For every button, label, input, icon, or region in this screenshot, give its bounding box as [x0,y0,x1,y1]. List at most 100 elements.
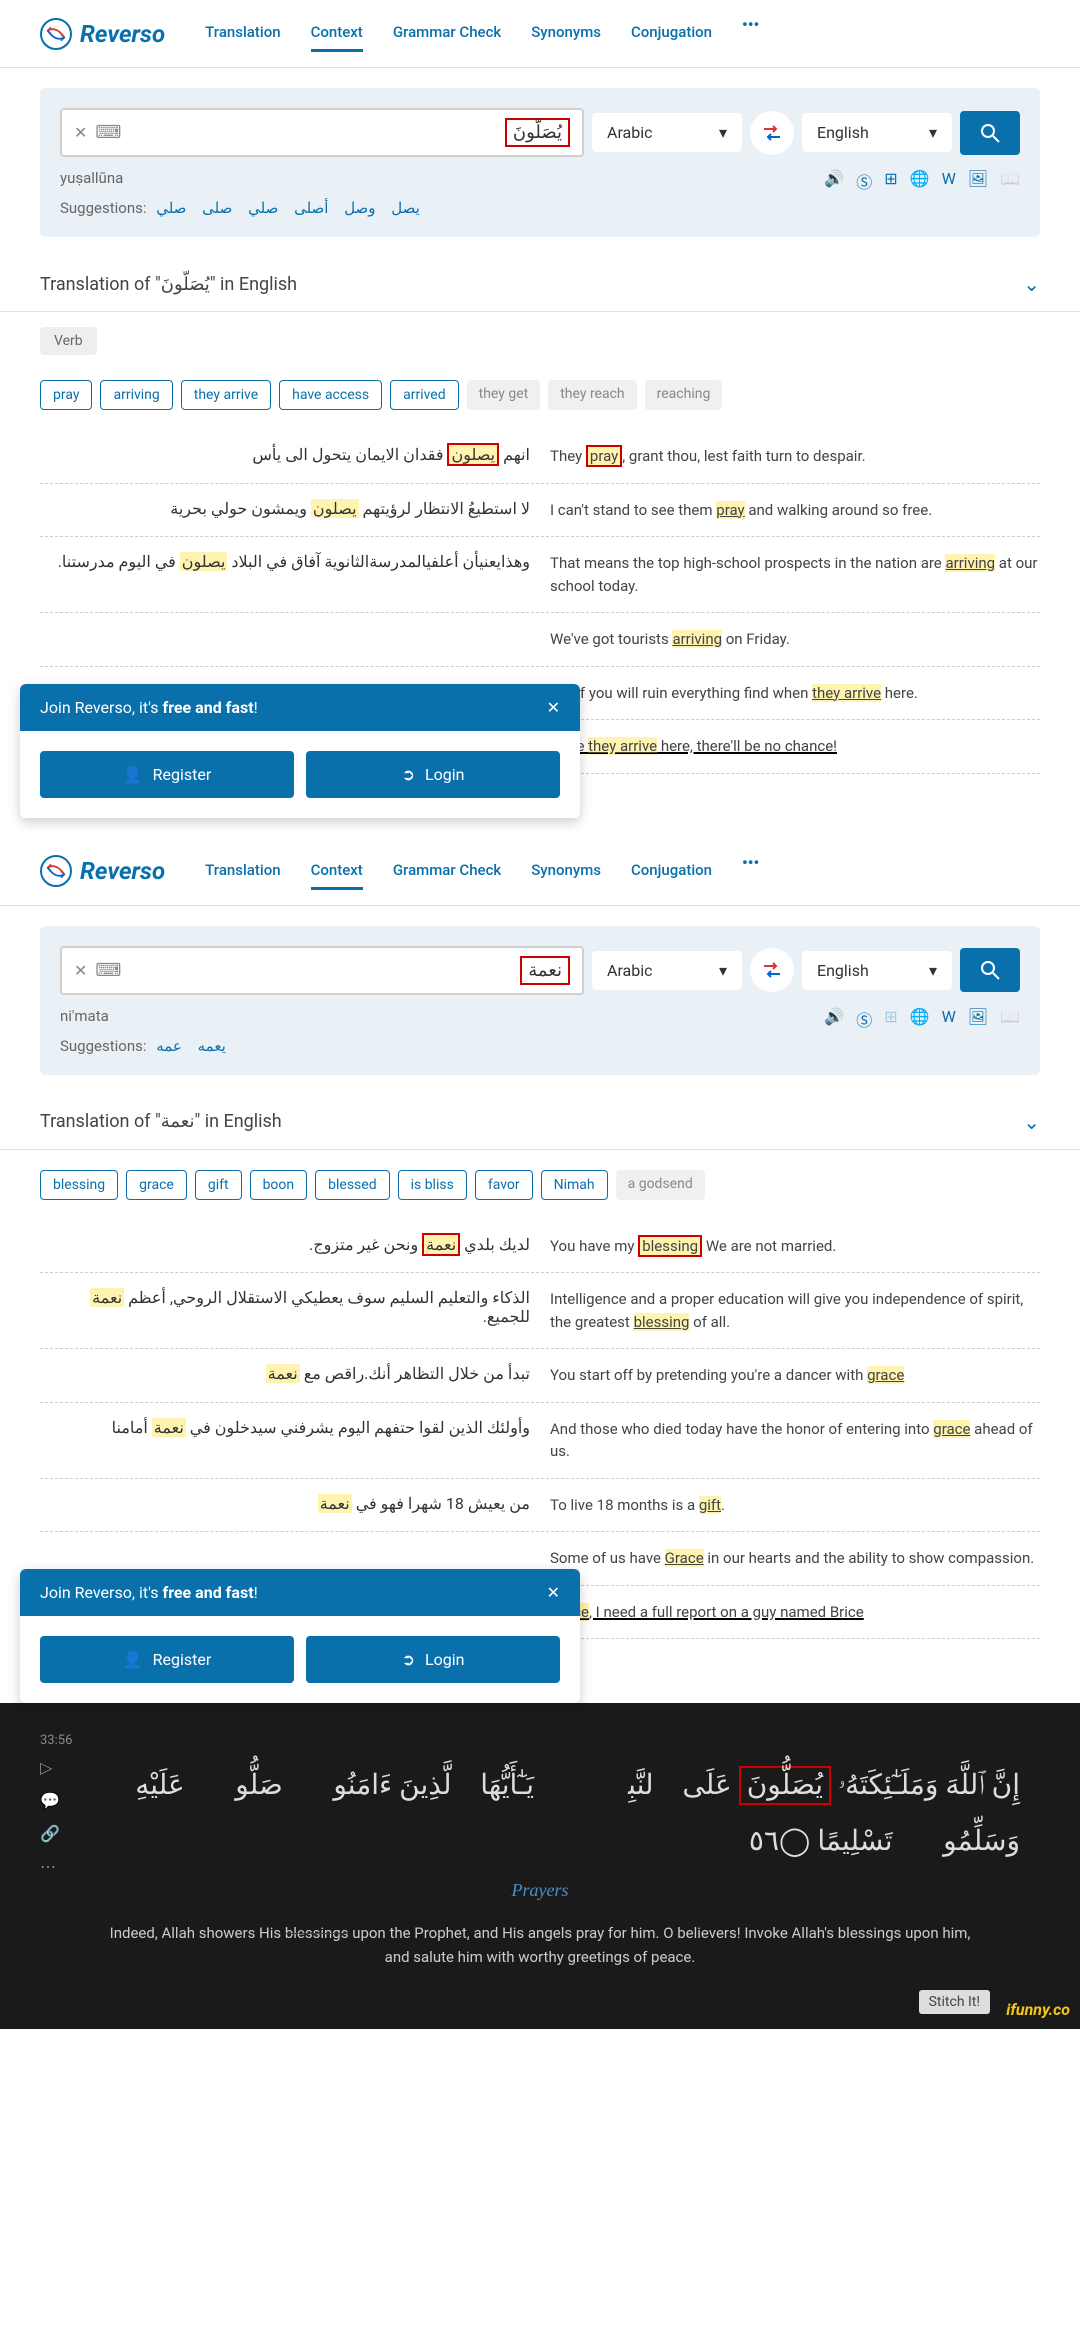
nav-conjugation[interactable]: Conjugation [631,15,712,52]
close-icon[interactable]: ✕ [547,1583,560,1602]
suggestion-item[interactable]: صلي [248,199,278,217]
example-english: We've got tourists arriving on Friday. [550,628,1040,651]
example-arabic: لديك بلدي نعمة ونحن غير متزوج. [40,1235,530,1258]
translation-tag-muted[interactable]: a godsend [616,1170,705,1200]
nav-more-icon[interactable]: ••• [742,15,759,52]
translation-title: Translation of "يُصَلّونَ" in English [40,274,297,295]
search-term-highlight: نعمة [520,956,570,985]
example-arabic: لا استطيعُ الانتظار لرؤيتهم يصلون ويمشون… [40,499,530,522]
search-button[interactable] [960,948,1020,992]
nav-synonyms[interactable]: Synonyms [531,853,601,890]
translation-tag[interactable]: pray [40,380,92,410]
search-input[interactable] [129,124,505,142]
translation-tag[interactable]: boon [250,1170,308,1200]
audio-icon[interactable]: 🔊 [824,1007,844,1031]
suggestion-item[interactable]: وصل [344,199,375,217]
nav-grammar[interactable]: Grammar Check [393,853,501,890]
register-button[interactable]: 👤 Register [40,751,294,798]
suggestion-item[interactable]: يعمه [198,1037,226,1055]
translation-tag[interactable]: gift [195,1170,242,1200]
lang-to-select[interactable]: English ▾ [802,951,952,990]
s-icon[interactable]: Ⓢ [856,169,872,193]
translation-tag[interactable]: arriving [100,380,172,410]
w-icon[interactable]: W [942,1007,956,1031]
globe-icon[interactable]: 🌐 [910,1007,930,1031]
comment-icon[interactable]: 💬 [40,1791,60,1810]
example-row: وأولئك الذين لقوا حتفهم اليوم يشرفني سيد… [40,1403,1040,1479]
close-icon[interactable]: ✕ [547,698,560,717]
clear-icon[interactable]: ✕ [74,123,87,142]
suggestion-item[interactable]: يصل [391,199,420,217]
nav-translation[interactable]: Translation [205,15,280,52]
suggestions-label: Suggestions: [60,1037,146,1055]
s-icon[interactable]: Ⓢ [856,1007,872,1031]
suggestion-item[interactable]: صلى [202,199,232,217]
login-button[interactable]: ➲ Login [306,1636,560,1683]
lang-from-select[interactable]: Arabic ▾ [592,951,742,990]
link-icon[interactable]: 🔗 [40,1824,60,1843]
search-input-wrap[interactable]: ✕ ⌨ نعمة [60,946,584,995]
translation-tag[interactable]: arrived [390,380,459,410]
translation-tag-muted[interactable]: reaching [645,380,723,410]
nav-context[interactable]: Context [311,15,363,52]
audio-icon[interactable]: 🔊 [824,169,844,193]
translation-tag[interactable]: favor [475,1170,533,1200]
swap-languages-button[interactable] [750,111,794,155]
nav-grammar[interactable]: Grammar Check [393,15,501,52]
expand-icon[interactable]: ⌄ [1023,1110,1040,1134]
nav-synonyms[interactable]: Synonyms [531,15,601,52]
example-row: لا استطيعُ الانتظار لرؤيتهم يصلون ويمشون… [40,484,1040,538]
keyboard-icon[interactable]: ⌨ [95,122,121,143]
swap-languages-button[interactable] [750,948,794,992]
example-english: Some of us have Grace in our hearts and … [550,1547,1040,1570]
lang-from-select[interactable]: Arabic ▾ [592,113,742,152]
nav-context[interactable]: Context [311,853,363,890]
suggestions-label: Suggestions: [60,199,146,217]
nav-more-icon[interactable]: ••• [742,853,759,890]
keyboard-icon[interactable]: ⌨ [95,960,121,981]
translation-tag[interactable]: Nimah [541,1170,608,1200]
book-icon[interactable]: 📖 [1000,1007,1020,1031]
translation-tag[interactable]: have access [279,380,382,410]
translation-tag[interactable]: blessed [315,1170,389,1200]
grid-icon[interactable]: ⊞ [884,1007,897,1031]
lang-to-select[interactable]: English ▾ [802,113,952,152]
expand-icon[interactable]: ⌄ [1023,272,1040,296]
suggestion-item[interactable]: أصلى [294,199,328,217]
image-icon[interactable]: 🖼 [968,169,988,193]
translation-tag[interactable]: they arrive [181,380,271,410]
register-button[interactable]: 👤 Register [40,1636,294,1683]
example-english: That means the top high-school prospects… [550,552,1040,597]
search-input[interactable] [129,961,520,979]
search-input-wrap[interactable]: ✕ ⌨ يُصَلّونَ [60,108,584,157]
suggestion-item[interactable]: عمه [156,1037,182,1055]
logo-icon [40,855,72,887]
logo[interactable]: Reverso [40,855,165,887]
translation-tag-muted[interactable]: they get [467,380,541,410]
translation-tag[interactable]: is bliss [398,1170,467,1200]
translation-tag[interactable]: grace [126,1170,187,1200]
translation-tag[interactable]: blessing [40,1170,118,1200]
globe-icon[interactable]: 🌐 [910,169,930,193]
login-button[interactable]: ➲ Login [306,751,560,798]
grid-icon[interactable]: ⊞ [884,169,897,193]
translation-tag-muted[interactable]: they reach [548,380,636,410]
suggestion-item[interactable]: صلي [156,199,186,217]
example-arabic: وأولئك الذين لقوا حتفهم اليوم يشرفني سيد… [40,1418,530,1463]
w-icon[interactable]: W [942,169,956,193]
book-icon[interactable]: 📖 [1000,169,1020,193]
image-icon[interactable]: 🖼 [968,1007,988,1031]
search-button[interactable] [960,111,1020,155]
example-english: You start off by pretending you're a dan… [550,1364,1040,1387]
example-arabic: تبدأ من خلال التظاهر أنك.راقص مع نعمة [40,1364,530,1387]
more-icon[interactable]: ⋯ [40,1857,60,1876]
chevron-down-icon: ▾ [929,961,937,980]
clear-icon[interactable]: ✕ [74,961,87,980]
chevron-down-icon: ▾ [929,123,937,142]
nav-conjugation[interactable]: Conjugation [631,853,712,890]
logo[interactable]: Reverso [40,18,165,50]
nav-translation[interactable]: Translation [205,853,280,890]
example-english: You have my blessing We are not married. [550,1235,1040,1258]
login-icon: ➲ [402,1650,415,1669]
play-icon[interactable]: ▷ [40,1758,60,1777]
